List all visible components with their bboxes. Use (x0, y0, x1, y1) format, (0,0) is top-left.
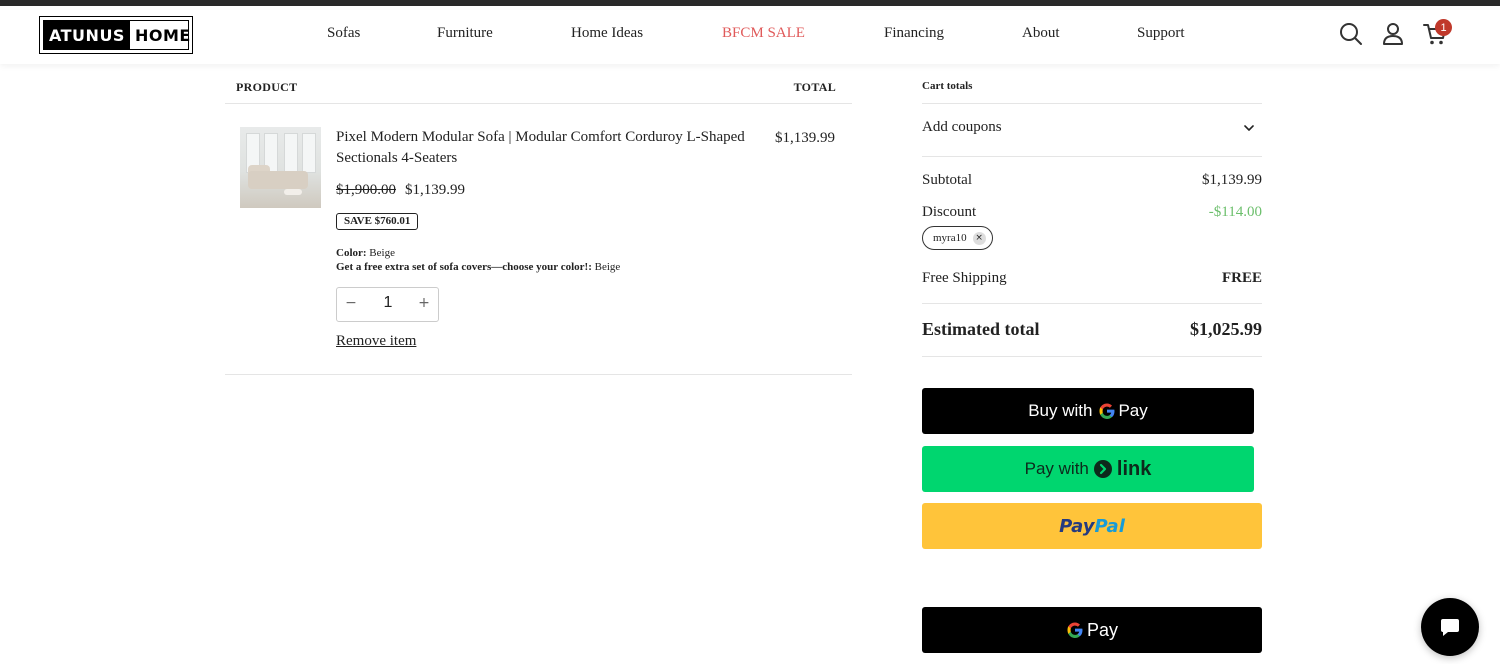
nav-bfcm-sale[interactable]: BFCM SALE (722, 25, 805, 42)
subtotal-label: Subtotal (922, 172, 973, 188)
google-pay-button-label: Buy with (1028, 401, 1093, 420)
chat-icon (1441, 619, 1459, 636)
option-color-value: Beige (369, 247, 395, 259)
pay-with-link-button[interactable]: Pay with link (922, 446, 1254, 492)
user-icon[interactable] (1380, 21, 1406, 47)
paypal-button[interactable]: PayPal (922, 503, 1262, 549)
nav-sofas[interactable]: Sofas (327, 25, 360, 42)
cart-totals-title: Cart totals (922, 80, 973, 92)
coupon-code: myra10 (933, 232, 967, 244)
estimated-total-label: Estimated total (922, 319, 1040, 339)
discount-label: Discount (922, 204, 977, 220)
option-covers-label: Get a free extra set of sofa covers—choo… (336, 261, 592, 273)
google-pay-word: Pay (1118, 401, 1148, 420)
option-color: Color: Beige (336, 247, 395, 259)
nav-home-ideas[interactable]: Home Ideas (571, 25, 643, 42)
column-header-product: PRODUCT (236, 80, 298, 94)
option-color-label: Color: (336, 247, 367, 259)
divider (922, 103, 1262, 104)
divider (922, 356, 1262, 357)
google-pay-express-button[interactable]: Pay (922, 607, 1262, 653)
subtotal-value: $1,139.99 (1202, 172, 1262, 188)
line-total: $1,139.99 (775, 130, 835, 146)
quantity-input[interactable]: 1 (372, 294, 404, 312)
paypal-word-pay: Pay (1059, 515, 1095, 537)
shipping-value: FREE (1221, 270, 1262, 286)
discount-value: -$114.00 (1208, 204, 1262, 220)
divider (225, 374, 852, 375)
link-word: link (1116, 457, 1152, 480)
chat-launcher-button[interactable] (1421, 598, 1479, 656)
remove-item-link[interactable]: Remove item (336, 333, 416, 350)
remove-coupon-button[interactable]: × (972, 231, 986, 245)
search-icon[interactable] (1338, 21, 1364, 47)
google-pay-express-word: Pay (1086, 619, 1119, 640)
product-thumbnail[interactable] (240, 127, 321, 208)
logo-text-home: HOME (134, 25, 191, 45)
nav-support[interactable]: Support (1137, 25, 1185, 42)
coupon-chip: myra10 × (922, 226, 993, 250)
original-price: $1,900.00 (336, 182, 396, 198)
logo-text-atunus: ATUNUS (44, 21, 130, 49)
google-g-icon (1099, 403, 1115, 419)
brand-logo[interactable]: ATUNUS HOME (39, 16, 193, 54)
sale-price: $1,139.99 (405, 182, 465, 198)
shipping-label: Free Shipping (922, 270, 1007, 286)
nav-furniture[interactable]: Furniture (437, 25, 493, 42)
divider (922, 156, 1262, 157)
quantity-stepper: − 1 + (336, 287, 439, 322)
google-g-icon (1067, 622, 1083, 638)
quantity-decrease-button[interactable]: − (341, 295, 361, 311)
add-coupons-toggle[interactable]: Add coupons (922, 119, 1002, 136)
option-covers: Get a free extra set of sofa covers—choo… (336, 261, 620, 273)
pay-with-link-label: Pay with (1024, 459, 1089, 478)
product-name-link[interactable]: Pixel Modern Modular Sofa | Modular Comf… (336, 127, 766, 169)
nav-financing[interactable]: Financing (884, 25, 944, 42)
paypal-word-pal: Pal (1094, 515, 1125, 537)
chevron-down-icon[interactable] (1242, 121, 1256, 135)
google-pay-button[interactable]: Buy with Pay (922, 388, 1254, 434)
nav-about[interactable]: About (1022, 25, 1060, 42)
divider (225, 103, 852, 104)
cart-count-badge: 1 (1435, 19, 1452, 36)
divider (922, 303, 1262, 304)
option-covers-value: Beige (594, 261, 621, 273)
save-badge: SAVE $760.01 (336, 213, 419, 230)
column-header-total: TOTAL (793, 80, 836, 94)
paypal-logo: PayPal (1059, 516, 1125, 537)
estimated-total-value: $1,025.99 (1190, 319, 1262, 339)
link-arrow-icon (1093, 460, 1112, 478)
quantity-increase-button[interactable]: + (414, 295, 434, 311)
site-header: ATUNUS HOME Sofas Furniture Home Ideas B… (0, 6, 1500, 64)
